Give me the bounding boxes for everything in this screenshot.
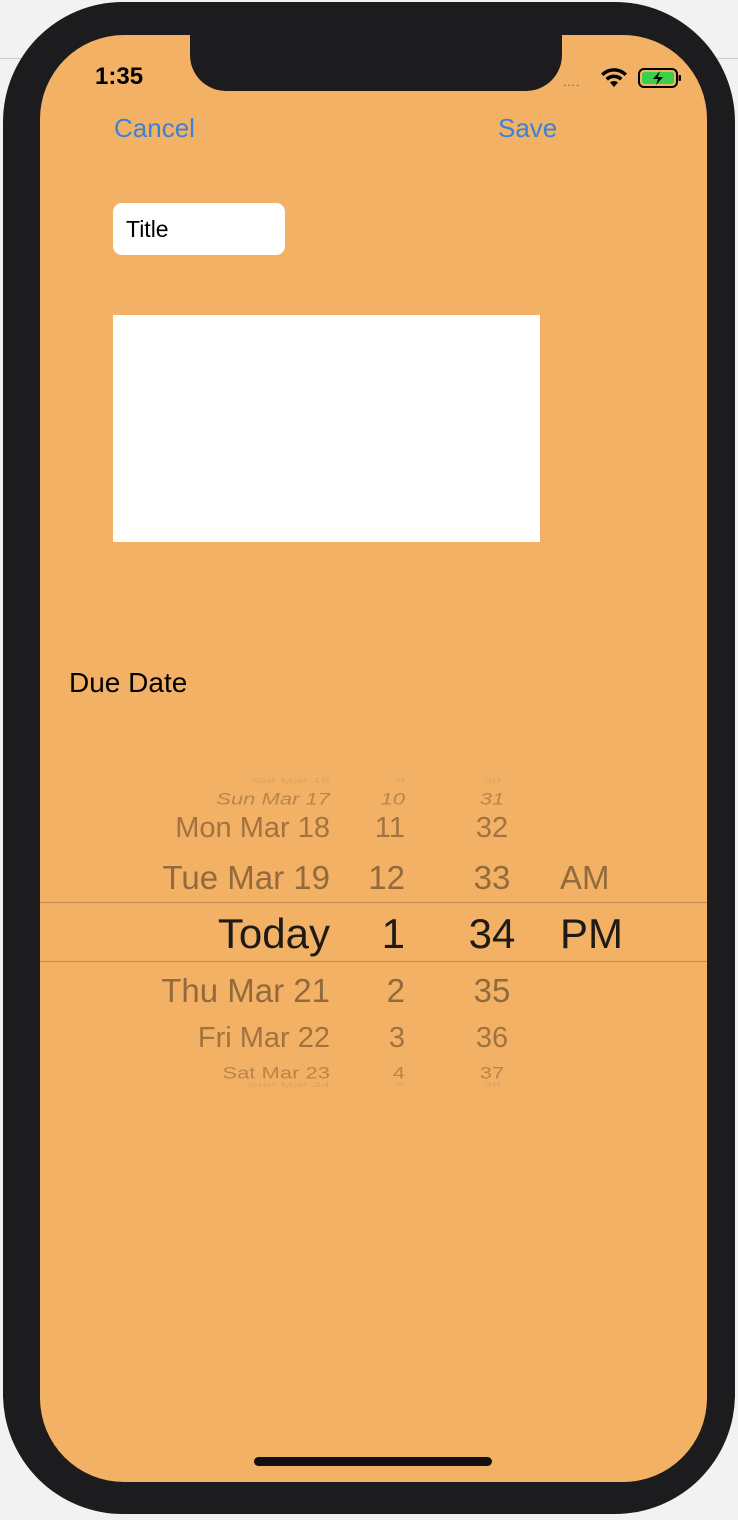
due-date-label: Due Date	[69, 667, 188, 698]
picker-hour-option[interactable]: 4	[393, 1063, 405, 1083]
picker-date-option[interactable]: Sat Mar 23	[222, 1063, 330, 1083]
picker-minute-option[interactable]: 36	[466, 1022, 518, 1055]
picker-ampm-selected[interactable]: PM	[560, 910, 623, 958]
picker-minute-option[interactable]: 33	[466, 859, 518, 897]
cancel-button[interactable]: Cancel	[114, 113, 195, 144]
picker-minute-selected[interactable]: 34	[466, 910, 518, 958]
status-time: 1:35	[95, 63, 144, 90]
picker-hour-option[interactable]: 2	[387, 972, 405, 1010]
picker-date-option[interactable]: Sun Mar 17	[216, 789, 330, 809]
picker-date-option[interactable]: Thu Mar 21	[161, 972, 330, 1010]
picker-date-option[interactable]: Sun Mar 24	[247, 1081, 330, 1089]
picker-date-option[interactable]: Fri Mar 22	[198, 1022, 330, 1055]
battery-charging-icon	[638, 68, 681, 88]
picker-minute-option[interactable]: 37	[466, 1063, 518, 1083]
picker-hour-option[interactable]: 11	[375, 812, 405, 845]
picker-minute-option[interactable]: 30	[466, 777, 518, 785]
title-input[interactable]: Title	[113, 203, 285, 255]
picker-hour-option[interactable]: 3	[389, 1022, 405, 1055]
picker-date-selected[interactable]: Today	[218, 910, 330, 958]
picker-hour-option[interactable]: 9	[396, 777, 405, 785]
notes-textview[interactable]	[113, 315, 540, 542]
picker-date-option[interactable]: Mon Mar 18	[175, 812, 330, 845]
save-button[interactable]: Save	[498, 113, 557, 144]
app-screen: 1:35 .... Cancel Save Title Due Date Sat	[40, 35, 707, 1482]
due-date-picker[interactable]: Sat Mar 16 Sun Mar 17 Mon Mar 18 Tue Mar…	[40, 770, 707, 1090]
picker-ampm-option[interactable]: AM	[560, 859, 610, 897]
status-indicators: ....	[563, 65, 683, 91]
picker-hour-option[interactable]: 12	[368, 859, 405, 897]
wifi-icon	[601, 68, 627, 87]
picker-minute-option[interactable]: 31	[466, 789, 518, 809]
phone-frame: 1:35 .... Cancel Save Title Due Date Sat	[3, 2, 735, 1514]
picker-minute-option[interactable]: 38	[466, 1081, 518, 1089]
notch	[190, 35, 562, 91]
picker-minute-option[interactable]: 35	[466, 972, 518, 1010]
picker-hour-selected[interactable]: 1	[382, 910, 405, 958]
picker-hour-option[interactable]: 10	[381, 789, 405, 809]
picker-hour-option[interactable]: 5	[396, 1081, 405, 1089]
signal-icon: ....	[563, 75, 581, 89]
picker-minute-option[interactable]: 32	[466, 812, 518, 845]
picker-date-option[interactable]: Sat Mar 16	[252, 777, 330, 785]
home-indicator[interactable]	[254, 1457, 492, 1466]
picker-date-option[interactable]: Tue Mar 19	[162, 859, 330, 897]
